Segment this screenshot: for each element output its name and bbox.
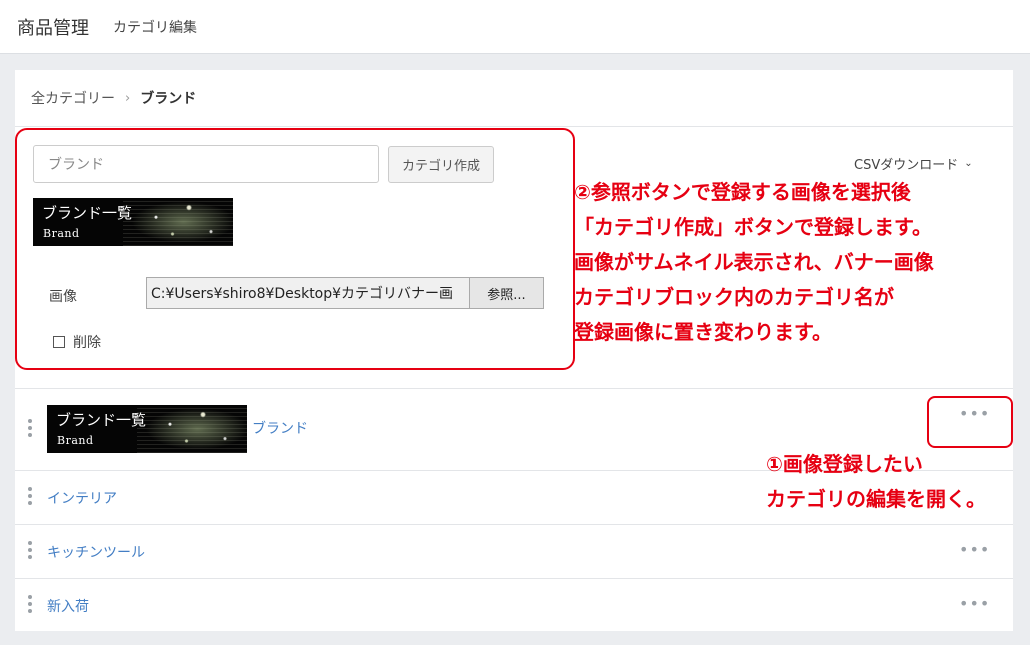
annotation-line: カテゴリの編集を開く。 (766, 487, 986, 511)
page-subtitle: カテゴリ編集 (113, 20, 197, 36)
banner-sparkle-image (123, 198, 233, 246)
more-options-icon[interactable]: ••• (959, 540, 990, 559)
page-title: 商品管理 (17, 18, 89, 39)
category-link[interactable]: キッチンツール (47, 542, 145, 562)
chevron-down-icon: ⌄ (964, 158, 973, 169)
more-options-icon[interactable]: ••• (959, 594, 990, 613)
annotation-line: 「カテゴリ作成」ボタンで登録します。 (574, 215, 932, 239)
csv-download-button[interactable]: CSVダウンロード ⌄ (854, 154, 973, 173)
delete-option[interactable]: 削除 (53, 332, 101, 352)
annotation-line: ①画像登録したい (766, 452, 923, 476)
image-label: 画像 (49, 289, 77, 305)
category-link[interactable]: インテリア (47, 488, 117, 508)
annotation-line: 登録画像に置き変わります。 (574, 320, 832, 344)
banner-subtitle: Brand (43, 227, 80, 240)
banner-thumbnail: ブランド一覧 Brand (33, 198, 233, 246)
drag-handle-icon[interactable] (27, 541, 33, 559)
annotation-line: カテゴリブロック内のカテゴリ名が (574, 285, 894, 309)
banner-title: ブランド一覧 (42, 204, 133, 222)
breadcrumb-separator-icon: › (125, 90, 131, 106)
banner-sparkle-image (137, 405, 247, 453)
drag-handle-icon[interactable] (27, 595, 33, 613)
annotation-step-2: ②参照ボタンで登録する画像を選択後 「カテゴリ作成」ボタンで登録します。 画像が… (574, 175, 1024, 350)
create-category-button[interactable]: カテゴリ作成 (388, 146, 494, 183)
annotation-step-1: ①画像登録したい カテゴリの編集を開く。 (766, 447, 986, 517)
delete-checkbox[interactable] (53, 336, 65, 348)
annotation-line: ②参照ボタンで登録する画像を選択後 (574, 180, 911, 204)
drag-handle-icon[interactable] (27, 487, 33, 505)
csv-download-label: CSVダウンロード (854, 158, 959, 173)
annotation-line: 画像がサムネイル表示され、バナー画像 (574, 250, 934, 274)
more-options-icon[interactable]: ••• (959, 404, 990, 423)
list-item[interactable]: 新入荷 ••• (15, 578, 1013, 632)
category-link[interactable]: 新入荷 (47, 596, 89, 616)
category-card: 全カテゴリー › ブランド ブランド カテゴリ作成 ブランド一覧 Brand 画… (15, 70, 1013, 631)
category-name-input[interactable]: ブランド (33, 145, 379, 183)
drag-handle-icon[interactable] (27, 419, 33, 437)
banner-title: ブランド一覧 (56, 411, 147, 429)
category-banner-image: ブランド一覧 Brand (47, 405, 247, 453)
browse-button[interactable]: 参照... (469, 278, 543, 308)
delete-label: 削除 (73, 335, 101, 351)
top-bar: 商品管理 カテゴリ編集 (0, 0, 1030, 54)
category-link[interactable]: ブランド (252, 418, 308, 438)
breadcrumb: 全カテゴリー › ブランド (31, 88, 196, 108)
file-input[interactable]: C:¥Users¥shiro8¥Desktop¥カテゴリバナー画 参照... (146, 277, 544, 309)
list-item[interactable]: キッチンツール ••• (15, 524, 1013, 578)
breadcrumb-root[interactable]: 全カテゴリー (31, 88, 115, 108)
create-form-highlight: ブランド カテゴリ作成 ブランド一覧 Brand 画像 C:¥Users¥shi… (15, 128, 575, 370)
breadcrumb-current: ブランド (140, 91, 197, 107)
file-path-value[interactable]: C:¥Users¥shiro8¥Desktop¥カテゴリバナー画 (147, 278, 469, 308)
banner-subtitle: Brand (57, 434, 94, 447)
divider (15, 126, 1013, 127)
